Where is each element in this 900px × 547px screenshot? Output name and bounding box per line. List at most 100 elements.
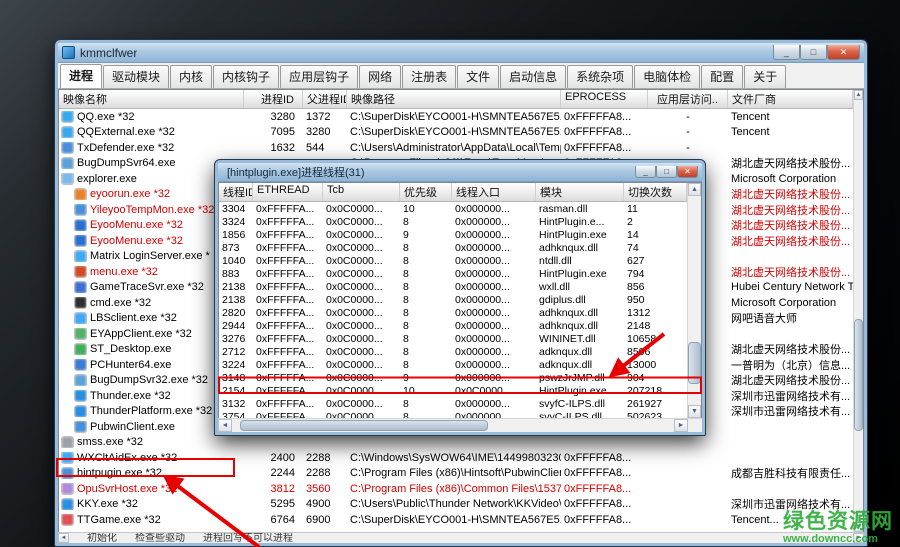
cell-eprocess: 0xFFFFFA8... (561, 111, 648, 123)
thread-row[interactable]: 8830xFFFFFA...0x0C0000...80x000000...Hin… (219, 267, 687, 280)
thread-row[interactable]: 28200xFFFFFA...0x0C0000...80x000000...ad… (219, 306, 687, 319)
process-icon (75, 328, 86, 339)
process-vertical-scrollbar[interactable]: ▲ ▼ (853, 90, 863, 532)
cell-module: HintPlugin.e... (536, 216, 624, 228)
thread-row[interactable]: 33240xFFFFFA...0x0C0000...80x000000...Hi… (219, 215, 687, 228)
thread-row[interactable]: 10400xFFFFFA...0x0C0000...80x000000...nt… (219, 254, 687, 267)
thread-row[interactable]: 37540xFFFFFA...0x0C0000...80x000000...sv… (219, 410, 687, 418)
thread-horizontal-scrollbar[interactable]: ◄ ► (218, 418, 702, 432)
column-header[interactable]: ETHREAD (253, 183, 323, 201)
column-header[interactable]: 文件厂商 (728, 90, 853, 108)
thread-row[interactable]: 29440xFFFFFA...0x0C0000...80x000000...ad… (219, 319, 687, 332)
column-header[interactable]: Tcb (323, 183, 400, 201)
process-row[interactable]: OpuSvrHost.exe *3238123560C:\Program Fil… (59, 481, 853, 497)
process-row[interactable]: QQExternal.exe *3270953280C:\SuperDisk\E… (59, 125, 853, 141)
thread-row[interactable]: 33040xFFFFFA...0x0C0000...100x000000...r… (219, 202, 687, 215)
column-header[interactable]: 映像名称 (59, 90, 244, 108)
tab-关于[interactable]: 关于 (744, 65, 786, 88)
cell-pid: 2400 (244, 452, 303, 464)
thread-minimize-button[interactable]: _ (635, 166, 656, 178)
tab-网络[interactable]: 网络 (359, 65, 401, 88)
scroll-down-icon[interactable]: ▼ (854, 522, 863, 532)
cell-path: C:\SuperDisk\EYCO001-H\SMNTEA567E51\... (347, 514, 561, 526)
thread-row[interactable]: 21380xFFFFFA...0x0C0000...80x000000...gd… (219, 293, 687, 306)
scroll-up-icon[interactable]: ▲ (688, 183, 701, 196)
cell-priority: 8 (400, 398, 452, 410)
column-header[interactable]: 父进程ID (303, 90, 347, 108)
cell-ethread: 0xFFFFFA... (253, 268, 323, 280)
column-header[interactable]: 模块 (536, 183, 624, 201)
scrollbar-thumb[interactable] (240, 420, 488, 431)
process-name: hintpugin.exe *32 (77, 467, 162, 479)
thread-maximize-button[interactable]: □ (656, 166, 677, 178)
cell-vendor: 湖北虚天网络技术股份... (728, 186, 853, 202)
tab-配置[interactable]: 配置 (701, 65, 743, 88)
cell-pid: 1632 (244, 142, 303, 154)
cell-ethread: 0xFFFFFA... (253, 216, 323, 228)
tab-文件[interactable]: 文件 (457, 65, 499, 88)
thread-row[interactable]: 18560xFFFFFA...0x0C0000...90x000000...Hi… (219, 228, 687, 241)
process-icon (62, 127, 73, 138)
cell-priority: 8 (400, 320, 452, 332)
thread-row[interactable]: 21380xFFFFFA...0x0C0000...80x000000...wx… (219, 280, 687, 293)
thread-table-header: 线程IDETHREADTcb优先级线程入口模块切换次数 (219, 183, 687, 202)
tab-启动信息[interactable]: 启动信息 (500, 65, 566, 88)
tab-内核钩子[interactable]: 内核钩子 (213, 65, 279, 88)
column-header[interactable]: 切换次数 (624, 183, 687, 201)
cell-switches: 11 (624, 203, 687, 215)
thread-row[interactable]: 31320xFFFFFA...0x0C0000...80x000000...sv… (219, 397, 687, 410)
thread-row[interactable]: 31480xFFFFFA...0x0C0000...90x000000...ps… (219, 371, 687, 384)
cell-switches: 2148 (624, 320, 687, 332)
scroll-down-icon[interactable]: ▼ (688, 405, 701, 418)
scrollbar-thumb[interactable] (688, 342, 701, 384)
scroll-left-icon[interactable]: ◄ (58, 533, 69, 543)
thread-row[interactable]: 21540xFFFFFA...0x0C0000...100x0C0000...H… (219, 384, 687, 397)
process-row[interactable]: WXCltAidEx.exe *3224002288C:\Windows\Sys… (59, 450, 853, 466)
cell-name: TxDefender.exe *32 (59, 142, 244, 154)
tab-注册表[interactable]: 注册表 (402, 65, 456, 88)
scroll-left-icon[interactable]: ◄ (218, 419, 232, 432)
thread-vertical-scrollbar[interactable]: ▲ ▼ (687, 183, 701, 418)
column-header[interactable]: EPROCESS (561, 90, 648, 108)
tab-内核[interactable]: 内核 (170, 65, 212, 88)
main-titlebar[interactable]: kmmclfwer _ □ ✕ (58, 43, 864, 63)
tab-进程[interactable]: 进程 (60, 64, 102, 88)
thread-row[interactable]: 27120xFFFFFA...0x0C0000...80x000000...ad… (219, 345, 687, 358)
process-row[interactable]: smss.exe *32 (59, 435, 853, 451)
process-row[interactable]: QQ.exe *3232801372C:\SuperDisk\EYCO001-H… (59, 109, 853, 125)
cell-parent-pid: 6900 (303, 514, 347, 526)
thread-row[interactable]: 32760xFFFFFA...0x0C0000...80x000000...WI… (219, 332, 687, 345)
process-name: GameTraceSvr.exe *32 (90, 281, 204, 293)
process-row[interactable]: KKY.exe *3252954900C:\Users\Public\Thund… (59, 497, 853, 513)
cell-access: - (648, 126, 728, 138)
column-header[interactable]: 进程ID (244, 90, 303, 108)
scroll-up-icon[interactable]: ▲ (854, 90, 863, 100)
close-button[interactable]: ✕ (827, 45, 860, 60)
process-icon (75, 297, 86, 308)
tab-系统杂项[interactable]: 系统杂项 (567, 65, 633, 88)
process-row[interactable]: hintpugin.exe *3222442288C:\Program File… (59, 466, 853, 482)
cell-priority: 8 (400, 359, 452, 371)
tab-驱动模块[interactable]: 驱动模块 (103, 65, 169, 88)
maximize-button[interactable]: □ (800, 45, 827, 60)
column-header[interactable]: 线程ID (219, 183, 253, 201)
thread-titlebar[interactable]: [hintplugin.exe]进程线程(31) _ □ ✕ (218, 163, 702, 182)
scrollbar-thumb[interactable] (854, 319, 863, 431)
column-header[interactable]: 线程入口 (452, 183, 536, 201)
column-header[interactable]: 映像路径 (347, 90, 561, 108)
scroll-right-icon[interactable]: ► (853, 533, 864, 543)
process-row[interactable]: TxDefender.exe *321632544C:\Users\Admini… (59, 140, 853, 156)
thread-close-button[interactable]: ✕ (677, 166, 698, 178)
scroll-right-icon[interactable]: ► (674, 419, 688, 432)
cell-priority: 8 (400, 346, 452, 358)
cell-switches: 904 (624, 372, 687, 384)
tab-电脑体检[interactable]: 电脑体检 (634, 65, 700, 88)
minimize-button[interactable]: _ (773, 45, 800, 60)
thread-row[interactable]: 32240xFFFFFA...0x0C0000...80x000000...ad… (219, 358, 687, 371)
process-row[interactable]: TTGame.exe *3267646900C:\SuperDisk\EYCO0… (59, 512, 853, 528)
thread-row[interactable]: 8730xFFFFFA...0x0C0000...80x000000...adh… (219, 241, 687, 254)
column-header[interactable]: 优先级 (400, 183, 452, 201)
tab-应用层钩子[interactable]: 应用层钩子 (280, 65, 358, 88)
column-header[interactable]: 应用层访问.. (648, 90, 728, 108)
cell-vendor: 湖北虚天网络技术股份... (728, 264, 853, 280)
